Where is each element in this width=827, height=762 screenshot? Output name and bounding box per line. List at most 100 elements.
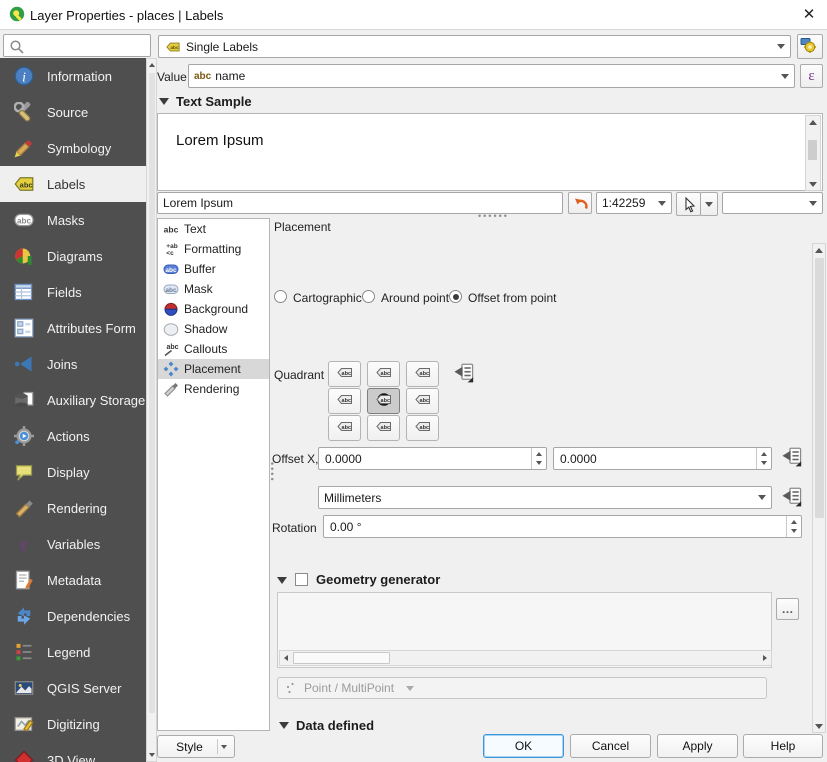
offset-x-spinbox[interactable]: 0.0000: [318, 447, 547, 470]
sidebar-item-actions[interactable]: Actions: [0, 418, 146, 454]
sidebar-item-joins[interactable]: Joins: [0, 346, 146, 382]
spinner-arrows[interactable]: [756, 448, 771, 469]
geometry-expression-expand-button[interactable]: …: [776, 598, 799, 620]
sample-scrollbar[interactable]: [805, 115, 821, 191]
quadrant-button-top-left[interactable]: abc: [328, 361, 361, 387]
close-button[interactable]: ✕: [799, 5, 819, 25]
scroll-right-icon[interactable]: [763, 655, 767, 661]
label-tab-mask[interactable]: abcMask: [158, 279, 269, 299]
scroll-up-icon[interactable]: [149, 63, 155, 67]
sidebar-item-label: Display: [47, 465, 90, 480]
help-button[interactable]: Help: [743, 734, 823, 758]
geometry-h-scrollbar[interactable]: [279, 650, 772, 666]
sidebar-scrollbar[interactable]: [146, 58, 157, 762]
rotation-spinbox[interactable]: 0.00 °: [323, 515, 802, 538]
data-defined-override-icon[interactable]: [780, 447, 803, 470]
sidebar-item-dependencies[interactable]: Dependencies: [0, 598, 146, 634]
data-defined-override-icon[interactable]: [452, 363, 475, 386]
offset-y-spinbox[interactable]: 0.0000: [553, 447, 772, 470]
sidebar-item-attributes-form[interactable]: Attributes Form: [0, 310, 146, 346]
text-sample-preview: Lorem Ipsum: [157, 113, 823, 191]
quadrant-button-bottom-right[interactable]: abc: [406, 415, 439, 441]
sidebar-item-information[interactable]: iInformation: [0, 58, 146, 94]
scroll-up-icon[interactable]: [809, 120, 817, 125]
label-tab-rendering[interactable]: Rendering: [158, 379, 269, 399]
map-tool-button[interactable]: [676, 192, 701, 216]
value-field-select[interactable]: abc name: [188, 64, 795, 88]
style-menu-button[interactable]: Style: [157, 735, 235, 758]
geometry-type-select[interactable]: Point / MultiPoint: [277, 677, 767, 699]
quadrant-button-right[interactable]: abc: [406, 388, 439, 414]
sidebar-item-source[interactable]: Source: [0, 94, 146, 130]
expression-builder-button[interactable]: ε: [800, 64, 823, 88]
scroll-down-icon[interactable]: [809, 182, 817, 187]
sidebar-item-legend[interactable]: Legend: [0, 634, 146, 670]
quadrant-button-center[interactable]: abc: [367, 388, 400, 414]
sidebar-item-symbology[interactable]: Symbology: [0, 130, 146, 166]
buffer-icon: abc: [162, 261, 179, 278]
scroll-left-icon[interactable]: [284, 655, 288, 661]
quadrant-button-bottom[interactable]: abc: [367, 415, 400, 441]
label-tab-text[interactable]: abcText: [158, 219, 269, 239]
geometry-generator-checkbox[interactable]: [295, 573, 308, 586]
sidebar-item-auxiliary-storage[interactable]: Auxiliary Storage: [0, 382, 146, 418]
dependencies-icon: [13, 605, 35, 627]
quadrant-button-bottom-left[interactable]: abc: [328, 415, 361, 441]
offset-units-select[interactable]: Millimeters: [318, 486, 772, 509]
scrollbar-thumb[interactable]: [293, 652, 390, 664]
search-input[interactable]: [3, 34, 151, 57]
sidebar-item-labels[interactable]: abcLabels: [0, 166, 146, 202]
sidebar-item-label: Auxiliary Storage: [47, 393, 145, 408]
spinner-arrows[interactable]: [786, 516, 801, 537]
sidebar-item-label: Fields: [47, 285, 82, 300]
scrollbar-thumb[interactable]: [815, 258, 824, 518]
preview-background-select[interactable]: [722, 192, 823, 214]
spinner-arrows[interactable]: [531, 448, 546, 469]
reset-sample-button[interactable]: [568, 192, 592, 214]
radio-around-point[interactable]: [362, 290, 375, 303]
scroll-down-icon[interactable]: [815, 724, 823, 729]
label-tab-callouts[interactable]: abcCallouts: [158, 339, 269, 359]
scroll-down-icon[interactable]: [149, 753, 155, 757]
sidebar-item-metadata[interactable]: Metadata: [0, 562, 146, 598]
search-field[interactable]: [27, 37, 145, 54]
collapse-triangle-icon[interactable]: [279, 722, 289, 729]
panel-scrollbar[interactable]: [812, 243, 826, 733]
auto-placement-settings-button[interactable]: [797, 34, 823, 59]
sidebar-item-diagrams[interactable]: Diagrams: [0, 238, 146, 274]
cancel-button[interactable]: Cancel: [570, 734, 651, 758]
sidebar-item-display[interactable]: Display: [0, 454, 146, 490]
radio-cartographic[interactable]: [274, 290, 287, 303]
map-tool-split-button[interactable]: [676, 192, 718, 214]
label-tab-background[interactable]: Background: [158, 299, 269, 319]
sidebar-item-fields[interactable]: Fields: [0, 274, 146, 310]
scrollbar-thumb[interactable]: [808, 140, 817, 160]
horizontal-splitter-handle[interactable]: ••••••: [478, 211, 509, 221]
radio-offset-from-point[interactable]: [449, 290, 462, 303]
svg-text:abc: abc: [17, 217, 31, 226]
labeling-mode-select[interactable]: abc Single Labels: [158, 35, 791, 58]
collapse-triangle-icon[interactable]: [277, 577, 287, 584]
data-defined-override-icon[interactable]: [780, 487, 803, 510]
sidebar-item-label: 3D View: [47, 753, 95, 762]
collapse-triangle-icon[interactable]: [159, 98, 169, 105]
ok-button[interactable]: OK: [483, 734, 564, 758]
label-tab-shadow[interactable]: Shadow: [158, 319, 269, 339]
label-tab-placement[interactable]: Placement: [158, 359, 269, 379]
sidebar-item-3d-view[interactable]: 3D View: [0, 742, 146, 762]
apply-button[interactable]: Apply: [657, 734, 738, 758]
sidebar-item-variables[interactable]: εVariables: [0, 526, 146, 562]
scroll-up-icon[interactable]: [815, 248, 823, 253]
quadrant-button-top-right[interactable]: abc: [406, 361, 439, 387]
sidebar-item-digitizing[interactable]: Digitizing: [0, 706, 146, 742]
quadrant-button-left[interactable]: abc: [328, 388, 361, 414]
preview-scale-select[interactable]: 1:42259: [596, 192, 672, 214]
label-tab-buffer[interactable]: abcBuffer: [158, 259, 269, 279]
scrollbar-thumb[interactable]: [149, 73, 155, 713]
sidebar-item-masks[interactable]: abcMasks: [0, 202, 146, 238]
sidebar-item-qgis-server[interactable]: QGIS Server: [0, 670, 146, 706]
label-tab-formatting[interactable]: +ab<cFormatting: [158, 239, 269, 259]
quadrant-button-top[interactable]: abc: [367, 361, 400, 387]
sidebar-item-rendering[interactable]: Rendering: [0, 490, 146, 526]
map-tool-menu-button[interactable]: [700, 192, 718, 216]
